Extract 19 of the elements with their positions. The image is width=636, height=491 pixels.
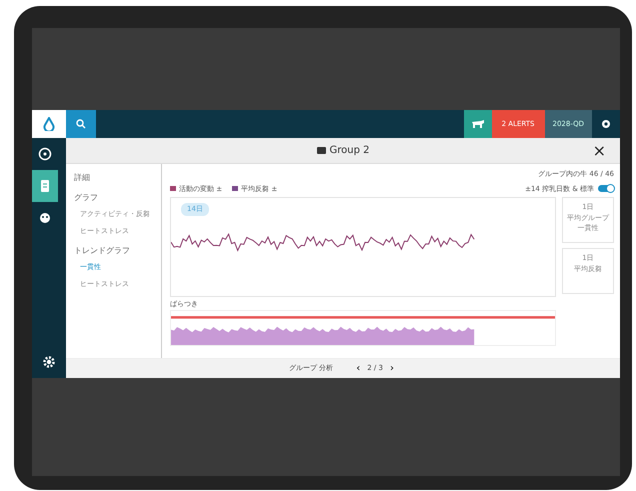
menu-heading[interactable]: 詳細 xyxy=(74,172,159,184)
cow-button[interactable] xyxy=(464,110,492,138)
cow-icon xyxy=(470,119,485,129)
search-button[interactable] xyxy=(66,110,96,138)
toggle-switch[interactable] xyxy=(598,185,614,192)
search-icon xyxy=(76,119,86,129)
document-icon xyxy=(38,179,52,193)
gear-icon xyxy=(43,356,55,368)
group-icon xyxy=(316,147,326,154)
previous-button[interactable]: ‹ xyxy=(353,364,364,374)
close-button[interactable]: × xyxy=(586,140,612,162)
menu-heading[interactable]: グラフ xyxy=(74,192,159,204)
menu-heading[interactable]: トレンドグラフ xyxy=(74,245,159,257)
settings-icon xyxy=(601,119,611,129)
drop-logo-icon xyxy=(43,117,55,131)
next-button[interactable]: › xyxy=(386,364,397,374)
clock-icon xyxy=(38,147,52,161)
cow-face-icon xyxy=(38,211,52,225)
modal-title: Group 2 xyxy=(330,144,370,158)
